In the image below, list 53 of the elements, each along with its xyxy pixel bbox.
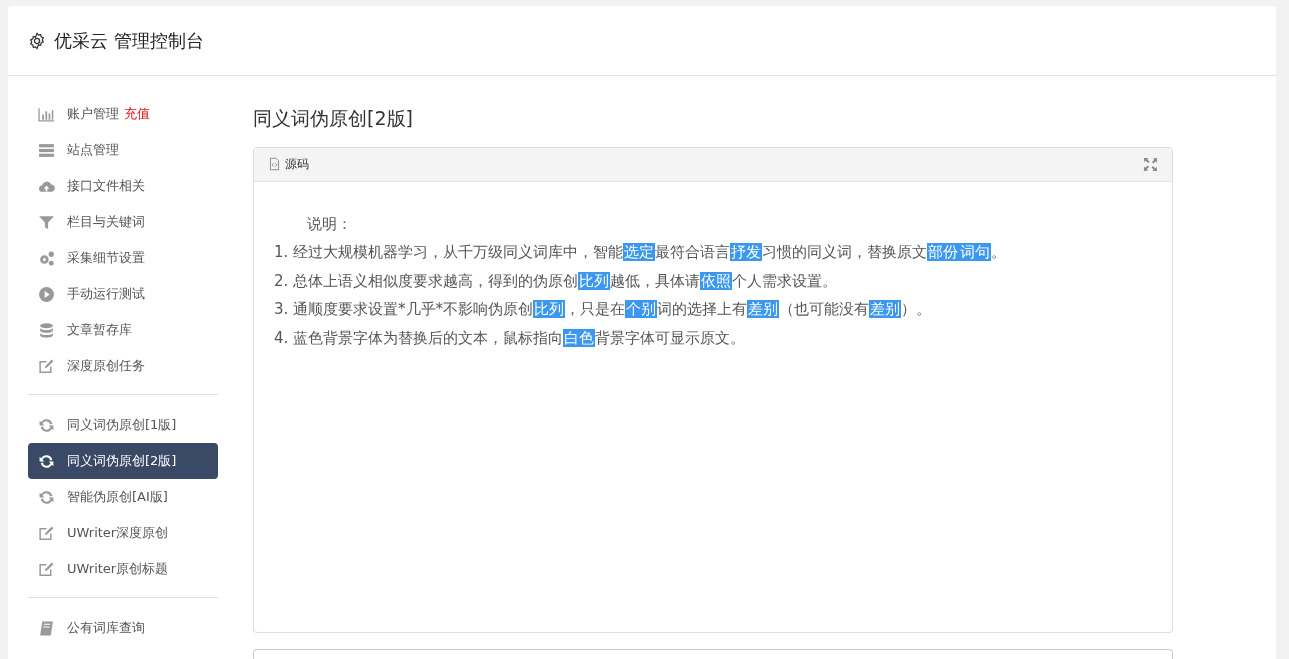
refresh-icon — [38, 416, 55, 434]
section-heading: 同义词伪原创[2版] — [253, 106, 414, 131]
instruction-line: 2. 总体上语义相似度要求越高，得到的伪原创比列越低，具体请依照个人需求设置。 — [274, 270, 839, 292]
sidebar-item[interactable]: 站点管理 — [28, 132, 218, 168]
edit-icon — [38, 357, 55, 375]
sidebar-label: 账户管理 — [67, 105, 119, 124]
sidebar-item[interactable]: UWriter深度原创 — [28, 515, 218, 551]
sidebar-item[interactable]: 同义词伪原创[2版] — [28, 443, 218, 479]
code-file-icon — [268, 157, 281, 171]
sidebar-label: 公有词库查询 — [67, 619, 145, 638]
bar-chart-icon — [38, 105, 55, 123]
recharge-link[interactable]: 充值 — [124, 104, 150, 124]
sidebar-item[interactable]: 公有词库查询 — [28, 610, 218, 646]
instruction-line: 1. 经过大规模机器学习，从千万级同义词库中，智能选定最符合语言抒发习惯的同义词，替换原文部份词句。 — [274, 242, 1008, 263]
sidebar-label: 手动运行测试 — [67, 285, 145, 304]
sidebar-label: 接口文件相关 — [67, 177, 145, 196]
sidebar-label: 采集细节设置 — [67, 249, 145, 268]
sidebar-item[interactable]: 智能伪原创[AI版] — [28, 479, 218, 515]
sidebar-item[interactable]: 采集细节设置 — [28, 240, 218, 276]
source-button[interactable]: 源码 — [268, 155, 309, 173]
sidebar-label: 同义词伪原创[1版] — [67, 416, 177, 435]
fullscreen-icon — [1143, 156, 1158, 172]
edit-icon — [38, 524, 55, 542]
sidebar-label: 智能伪原创[AI版] — [67, 488, 168, 507]
gears-icon — [38, 249, 55, 267]
book-icon — [38, 619, 55, 637]
edit-icon — [38, 560, 55, 578]
sidebar-item[interactable]: 文章暂存库 — [28, 312, 218, 348]
page-title: 优采云 管理控制台 — [54, 29, 204, 53]
sidebar-item[interactable]: 账户管理 充值 — [28, 96, 218, 132]
sidebar-item[interactable]: 手动运行测试 — [28, 276, 218, 312]
settings-icon — [28, 31, 46, 50]
refresh-icon — [38, 452, 55, 470]
filter-icon — [38, 213, 55, 231]
sidebar-label: UWriter深度原创 — [67, 524, 169, 543]
instruction-line: 4. 蓝色背景字体为替换后的文本，鼠标指向 白色背景字体可显示原文。 — [274, 327, 747, 349]
sidebar-item[interactable]: UWriter原创标题 — [28, 551, 218, 587]
sidebar-item[interactable]: 同义词伪原创[1版] — [28, 407, 218, 443]
sidebar-label: 文章暂存库 — [67, 321, 132, 340]
database-icon — [38, 321, 55, 339]
sidebar-label: UWriter原创标题 — [67, 560, 169, 579]
sidebar-label: 同义词伪原创[2版] — [67, 452, 177, 471]
sidebar-item[interactable]: 接口文件相关 — [28, 168, 218, 204]
server-icon — [38, 141, 55, 159]
sidebar-label: 深度原创任务 — [67, 357, 145, 376]
sidebar-label: 站点管理 — [67, 141, 119, 160]
instruction-line: 3. 通顺度要求设置*几乎*不影响伪原创比列，只是在个别词的选择上有差别（也可能没有差别）。 — [274, 299, 933, 320]
play-icon — [38, 285, 55, 303]
sidebar-item[interactable]: 深度原创任务 — [28, 348, 218, 384]
sidebar-item[interactable]: 栏目与关键词 — [28, 204, 218, 240]
refresh-icon — [38, 488, 55, 506]
intro-text: 说明： — [306, 213, 353, 235]
sidebar-label: 栏目与关键词 — [67, 213, 145, 232]
